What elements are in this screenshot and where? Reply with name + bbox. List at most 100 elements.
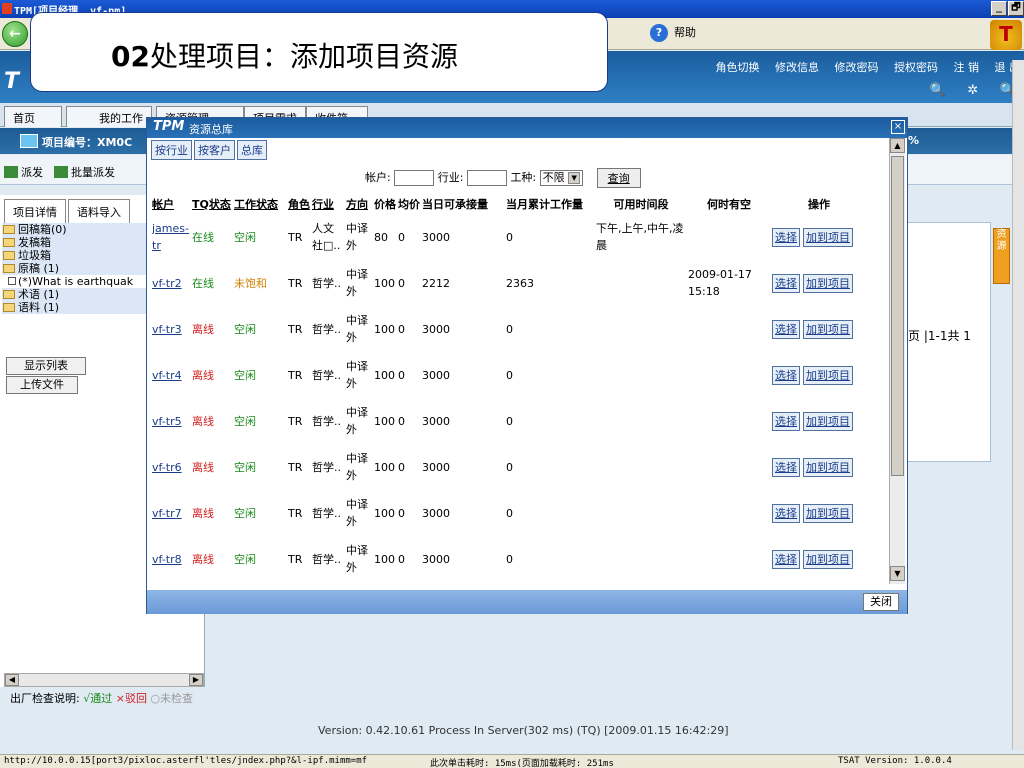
add-to-project-button[interactable]: 加到项目 [803, 227, 853, 247]
tab-by-industry[interactable]: 按行业 [151, 140, 192, 160]
scroll-right-icon[interactable]: ▶ [189, 674, 203, 686]
table-row: vf-tr8 离线 空闲 TR 哲学.. 中译外 100 0 3000 0 选择 加到项目 [151, 536, 867, 582]
cell-tq: 离线 [192, 414, 214, 428]
restore-button[interactable]: 🗗 [1008, 1, 1024, 16]
scroll-down-icon[interactable]: ▼ [890, 566, 905, 581]
status-timing: 此次单击耗时: 15ms(页面加载耗时: 251ms [430, 759, 614, 768]
select-button[interactable]: 选择 [772, 457, 800, 477]
upload-file-button[interactable]: 上传文件 [6, 376, 78, 394]
dialog-vertical-scrollbar[interactable]: ▲ ▼ [889, 138, 905, 584]
cell-actions: 选择 加到项目 [771, 306, 867, 352]
industry-input[interactable] [466, 170, 507, 186]
query-button[interactable]: 查询 [596, 168, 641, 188]
cell-industry: 哲学.. [312, 506, 341, 520]
cell-avg: 0 [398, 230, 405, 244]
account-link[interactable]: vf-tr5 [151, 398, 191, 444]
column-header: 当月累计工作量 [506, 198, 583, 211]
cell-monthly: 0 [506, 552, 513, 566]
select-button[interactable]: 选择 [772, 503, 800, 523]
tab-my-work[interactable]: 我的工作 [66, 106, 152, 127]
tab-all-pool[interactable]: 总库 [237, 140, 267, 160]
column-header[interactable]: 角色 [287, 194, 311, 214]
page-scrollbar[interactable] [1012, 60, 1024, 750]
close-button[interactable]: 关闭 [863, 593, 899, 611]
batch-dispatch-button[interactable]: 批量派发 [54, 164, 115, 180]
account-link[interactable]: vf-tr4 [151, 352, 191, 398]
dispatch-button[interactable]: 派发 [4, 164, 43, 180]
column-header[interactable]: 工作状态 [233, 194, 287, 214]
cell-monthly: 0 [506, 460, 513, 474]
search-icon[interactable]: 🔍 [930, 83, 946, 98]
auth-password-link[interactable]: 授权密码 [894, 61, 938, 74]
column-header[interactable]: TQ状态 [191, 194, 233, 214]
select-button[interactable]: 选择 [772, 319, 800, 339]
scroll-thumb[interactable] [891, 156, 904, 476]
account-link[interactable]: vf-tr7 [151, 490, 191, 536]
cell-slots [595, 260, 687, 306]
cell-price: 100 [374, 322, 395, 336]
cell-tq: 离线 [192, 368, 214, 382]
account-link[interactable]: vf-tr2 [151, 260, 191, 306]
scroll-up-icon[interactable]: ▲ [890, 138, 905, 153]
file-checkbox[interactable] [8, 277, 16, 285]
select-button[interactable]: 选择 [772, 273, 800, 293]
logout-link[interactable]: 注 销 [954, 61, 980, 74]
cell-free [687, 536, 771, 582]
cell-monthly: 0 [506, 230, 513, 244]
add-to-project-button[interactable]: 加到项目 [803, 319, 853, 339]
account-link[interactable]: vf-tr6 [151, 444, 191, 490]
cell-industry: 哲学.. [312, 276, 341, 290]
resource-side-button[interactable]: 资源 [993, 228, 1010, 284]
minimize-button[interactable]: _ [991, 1, 1007, 16]
select-button[interactable]: 选择 [772, 411, 800, 431]
switch-role-link[interactable]: 角色切换 [716, 61, 760, 74]
account-link[interactable]: james-tr [151, 214, 191, 260]
tab-project-detail[interactable]: 项目详情 [4, 199, 66, 224]
tab-home[interactable]: 首页 [4, 106, 62, 127]
account-link[interactable]: vf-tr8 [151, 536, 191, 582]
cell-industry: 人文社□.. [312, 222, 341, 252]
add-to-project-button[interactable]: 加到项目 [803, 503, 853, 523]
add-to-project-button[interactable]: 加到项目 [803, 411, 853, 431]
add-to-project-button[interactable]: 加到项目 [803, 273, 853, 293]
change-password-link[interactable]: 修改密码 [835, 61, 879, 74]
add-to-project-button[interactable]: 加到项目 [803, 365, 853, 385]
legend-unchecked: ○未检查 [150, 692, 194, 705]
select-button[interactable]: 选择 [772, 549, 800, 569]
edit-info-link[interactable]: 修改信息 [775, 61, 819, 74]
account-input[interactable] [394, 170, 435, 186]
account-link[interactable]: vf-tr3 [151, 306, 191, 352]
table-row: vf-tr6 离线 空闲 TR 哲学.. 中译外 100 0 3000 0 选择 加到项目 [151, 444, 867, 490]
column-header[interactable]: 行业 [311, 194, 345, 214]
legend-pass: √通过 [83, 692, 113, 705]
left-horizontal-scrollbar[interactable]: ◀ ▶ [4, 673, 204, 687]
cell-actions: 选择 加到项目 [771, 536, 867, 582]
status-bar: http://10.0.0.15[port3/pixloc.asterfl'tl… [0, 754, 1024, 768]
select-button[interactable]: 选择 [772, 365, 800, 385]
show-list-button[interactable]: 显示列表 [6, 357, 86, 375]
callout-number: 02 [111, 40, 150, 73]
back-arrow-icon[interactable]: ← [2, 21, 28, 47]
scroll-left-icon[interactable]: ◀ [5, 674, 19, 686]
tab-corpus-import[interactable]: 语料导入 [68, 199, 130, 224]
cell-monthly: 0 [506, 322, 513, 336]
cell-free [687, 398, 771, 444]
work-type-select[interactable]: 不限 ▼ [539, 170, 584, 186]
select-button[interactable]: 选择 [772, 227, 800, 247]
sparkle-icon[interactable]: ✲ [967, 83, 978, 98]
dispatch-icon [4, 166, 18, 178]
column-header[interactable]: 方向 [345, 194, 373, 214]
column-header[interactable]: 帐户 [151, 194, 191, 214]
tab-by-client[interactable]: 按客户 [194, 140, 235, 160]
cell-direction: 中译外 [346, 268, 368, 298]
close-icon[interactable]: × [891, 120, 905, 134]
table-body: james-tr 在线 空闲 TR 人文社□.. 中译外 80 0 3000 0 下午,上午,中午,… [151, 214, 867, 582]
add-to-project-button[interactable]: 加到项目 [803, 549, 853, 569]
add-to-project-button[interactable]: 加到项目 [803, 457, 853, 477]
folder-icon [3, 238, 15, 247]
step-callout: 02处理项目：添加项目资源 [30, 12, 608, 92]
cell-avg: 0 [398, 368, 405, 382]
cell-industry: 哲学.. [312, 322, 341, 336]
help-button[interactable]: ? 帮助 [650, 24, 696, 42]
cell-slots [595, 352, 687, 398]
